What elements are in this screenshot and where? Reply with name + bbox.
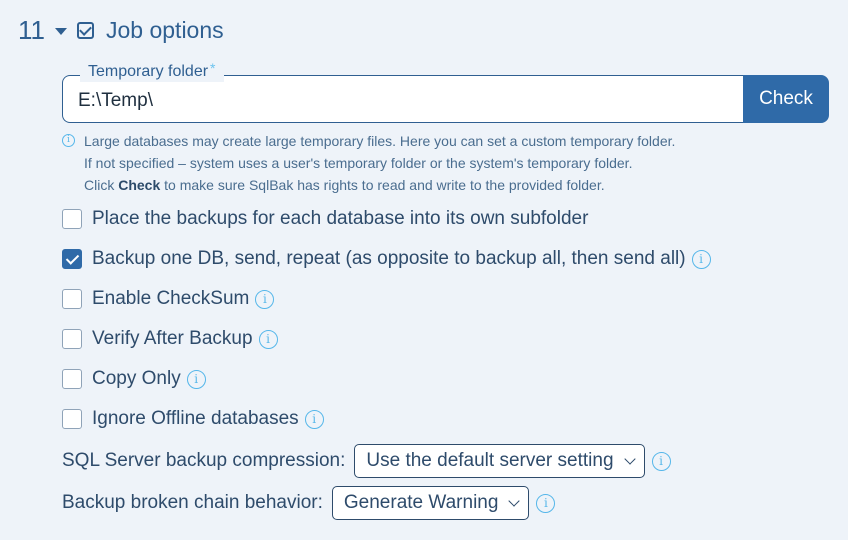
temp-folder-label: Temporary folder * bbox=[80, 60, 224, 82]
collapse-caret-icon[interactable] bbox=[55, 27, 67, 35]
option-ignore-offline-checkbox[interactable] bbox=[62, 409, 82, 429]
option-label: Verify After Backup bbox=[92, 328, 253, 349]
section-number: 11 bbox=[18, 14, 45, 45]
option-label: Ignore Offline databases bbox=[92, 408, 299, 429]
option-one-db-row[interactable]: Backup one DB, send, repeat (as opposite… bbox=[62, 244, 711, 274]
check-button[interactable]: Check bbox=[743, 75, 829, 123]
section-title: Job options bbox=[106, 16, 224, 43]
option-label: Copy Only bbox=[92, 368, 181, 389]
option-subfolder-checkbox[interactable] bbox=[62, 209, 82, 229]
required-star-icon: * bbox=[210, 60, 216, 76]
temp-folder-input[interactable] bbox=[62, 75, 744, 123]
hint-info-icon: i bbox=[62, 134, 75, 148]
option-ignore-offline-row[interactable]: Ignore Offline databases i bbox=[62, 404, 324, 434]
section-checkbox-icon[interactable] bbox=[77, 21, 94, 39]
compression-row: SQL Server backup compression: Use the d… bbox=[62, 443, 671, 479]
option-subfolder-row[interactable]: Place the backups for each database into… bbox=[62, 204, 588, 234]
hint-line: Large databases may create large tempora… bbox=[84, 133, 676, 149]
option-copy-only-row[interactable]: Copy Only i bbox=[62, 364, 206, 394]
hint-line: Click Check to make sure SqlBak has righ… bbox=[84, 177, 605, 193]
info-icon[interactable]: i bbox=[255, 289, 275, 309]
option-verify-checkbox[interactable] bbox=[62, 329, 82, 349]
option-verify-row[interactable]: Verify After Backup i bbox=[62, 324, 278, 354]
info-icon[interactable]: i bbox=[536, 493, 556, 513]
temp-folder-hint: Large databases may create large tempora… bbox=[84, 130, 675, 196]
broken-chain-label: Backup broken chain behavior: bbox=[62, 492, 323, 513]
info-icon[interactable]: i bbox=[258, 329, 278, 349]
option-copy-only-checkbox[interactable] bbox=[62, 369, 82, 389]
info-icon[interactable]: i bbox=[304, 409, 324, 429]
option-checksum-checkbox[interactable] bbox=[62, 289, 82, 309]
broken-chain-row: Backup broken chain behavior: Generate W… bbox=[62, 485, 556, 521]
option-label: Backup one DB, send, repeat (as opposite… bbox=[92, 248, 686, 269]
compression-label: SQL Server backup compression: bbox=[62, 450, 346, 471]
info-icon[interactable]: i bbox=[186, 369, 206, 389]
section-header: 11 Job options bbox=[18, 12, 224, 48]
chevron-down-icon bbox=[623, 453, 636, 465]
option-checksum-row[interactable]: Enable CheckSum i bbox=[62, 284, 275, 314]
compression-selected-value: Use the default server setting bbox=[366, 450, 614, 471]
info-icon[interactable]: i bbox=[691, 249, 711, 269]
chevron-down-icon bbox=[508, 495, 521, 507]
compression-select[interactable]: Use the default server setting bbox=[354, 444, 645, 478]
temp-folder-group: Check bbox=[62, 75, 829, 123]
option-label: Enable CheckSum bbox=[92, 288, 250, 309]
option-one-db-checkbox[interactable] bbox=[62, 249, 82, 269]
info-icon[interactable]: i bbox=[651, 451, 671, 471]
option-label: Place the backups for each database into… bbox=[92, 208, 589, 229]
hint-line: If not specified – system uses a user's … bbox=[84, 155, 633, 171]
broken-chain-selected-value: Generate Warning bbox=[343, 492, 499, 513]
broken-chain-select[interactable]: Generate Warning bbox=[331, 486, 530, 520]
